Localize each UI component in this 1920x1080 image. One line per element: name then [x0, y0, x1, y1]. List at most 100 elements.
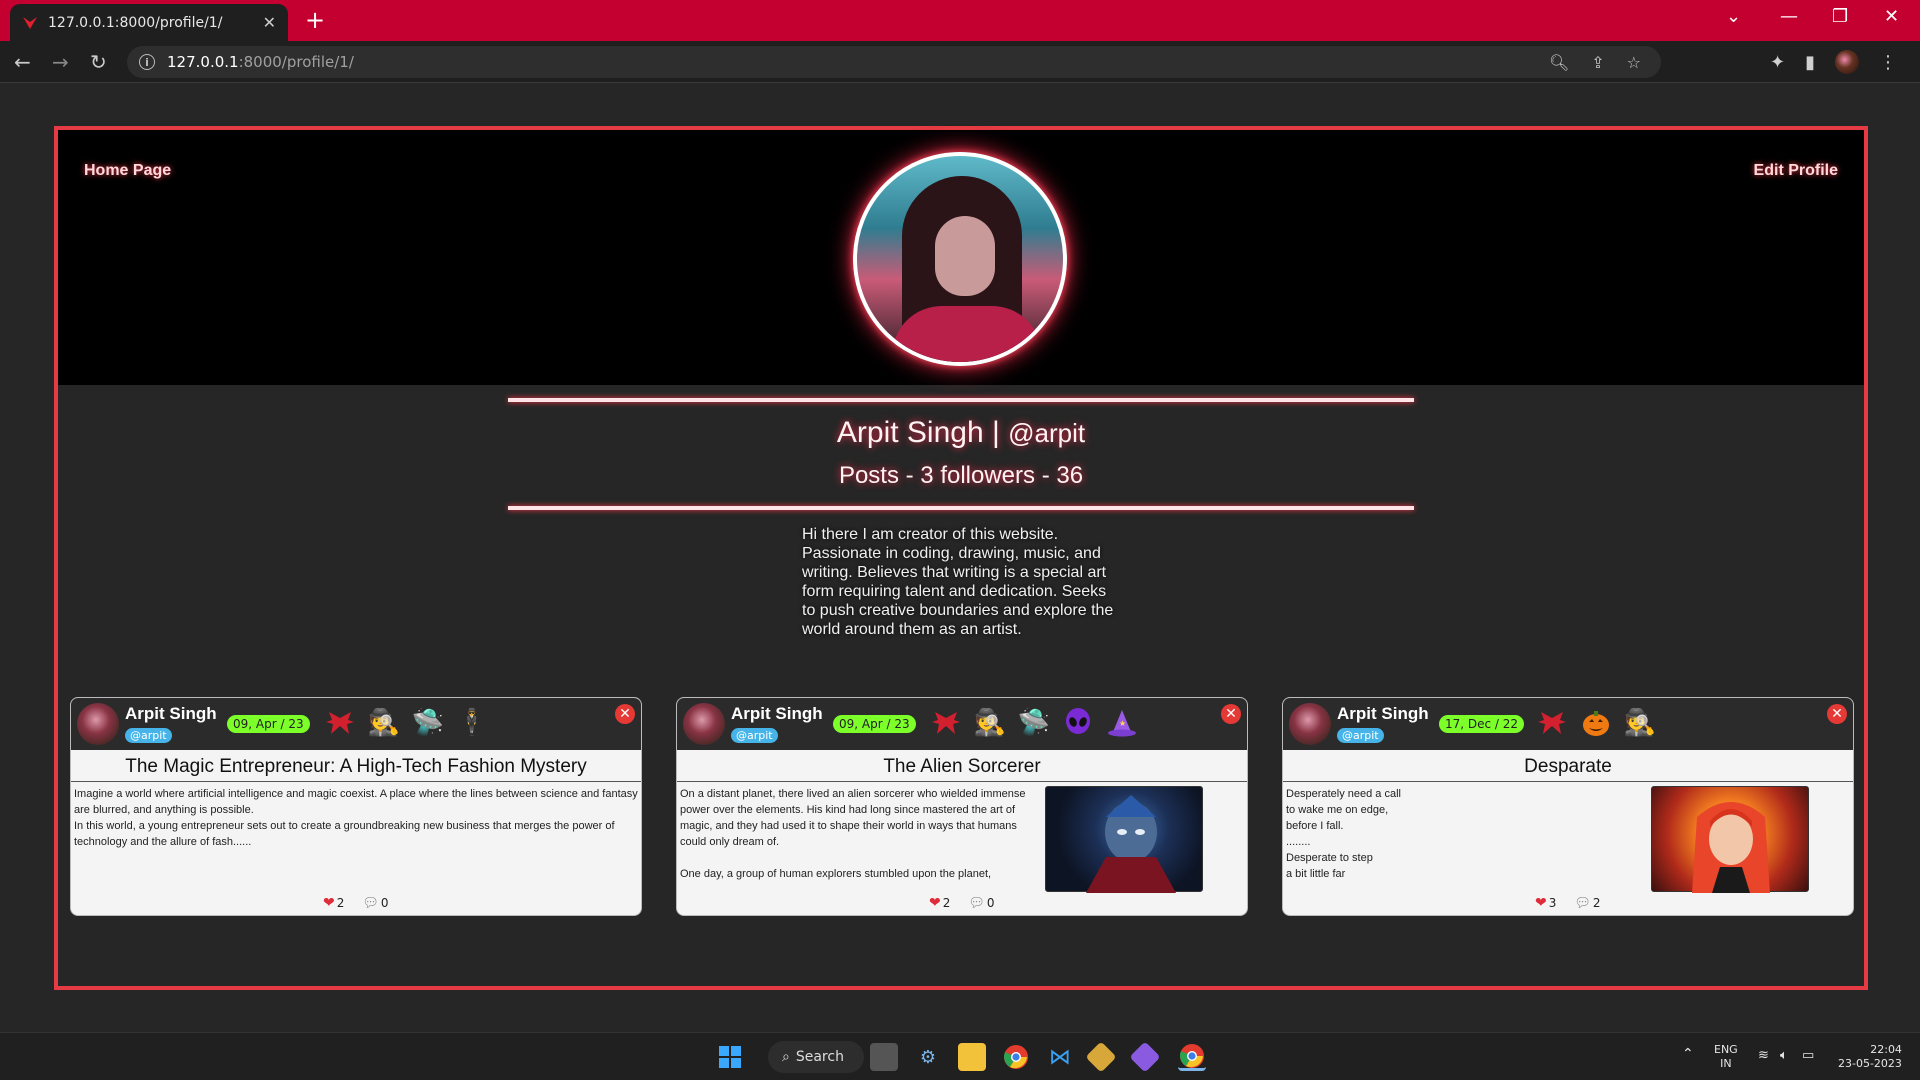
- back-icon[interactable]: ←: [14, 50, 31, 74]
- menu-kebab-icon[interactable]: ⋮: [1879, 52, 1897, 73]
- ufo-icon: 🛸: [1017, 708, 1051, 738]
- post-tags: 🕵 🛸 ★: [929, 706, 1139, 740]
- like-count: 2: [942, 896, 951, 910]
- post-stats: ❤ 2 💬︎ 0: [323, 895, 389, 911]
- site-favicon-icon: [23, 16, 37, 29]
- windows-start-icon[interactable]: [716, 1043, 744, 1071]
- browser-tab[interactable]: 127.0.0.1:8000/profile/1/ ✕: [10, 4, 288, 41]
- bookmark-star-icon[interactable]: ☆: [1627, 53, 1641, 72]
- home-page-link[interactable]: Home Page: [84, 162, 171, 180]
- new-tab-button[interactable]: +: [305, 6, 325, 34]
- divider-top: [508, 398, 1414, 402]
- side-panel-icon[interactable]: ▮: [1805, 52, 1815, 73]
- like-button[interactable]: ❤ 2: [929, 895, 950, 911]
- os-taskbar: ⌕ Search ⚙ ⋈ ⌃ ENG IN ≋ 🔈︎ ▭ 22:04 23-05…: [0, 1032, 1920, 1080]
- vscode-icon[interactable]: ⋈: [1046, 1043, 1074, 1071]
- browser-toolbar: ← → ↻ i 127.0.0.1:8000/profile/1/ 🔍︎ ⇪ ☆…: [0, 41, 1920, 83]
- close-window-icon[interactable]: ✕: [1884, 6, 1899, 27]
- task-view-icon[interactable]: [870, 1043, 898, 1071]
- delete-post-button[interactable]: ✕: [615, 704, 635, 724]
- comment-button[interactable]: 💬︎ 0: [362, 896, 388, 911]
- profile-name: Arpit Singh |: [836, 416, 1000, 449]
- bat-icon: [1535, 706, 1569, 740]
- maximize-icon[interactable]: ❐: [1832, 6, 1848, 27]
- battery-icon[interactable]: ▭: [1802, 1049, 1814, 1063]
- alien-sorcerer-illustration: [1086, 795, 1176, 893]
- git-icon[interactable]: [1085, 1041, 1117, 1073]
- post-card-header: Arpit Singh @arpit 09, Apr / 23 🕵 🛸 🕴 ✕: [71, 698, 641, 750]
- comment-count: 0: [986, 895, 995, 910]
- post-card[interactable]: Arpit Singh @arpit 09, Apr / 23 🕵 🛸 🕴 ✕ …: [70, 697, 642, 916]
- file-explorer-icon[interactable]: [958, 1043, 986, 1071]
- taskbar-search-label: Search: [795, 1049, 844, 1065]
- git-kraken-icon[interactable]: [1129, 1041, 1161, 1073]
- chrome-active-icon[interactable]: [1178, 1043, 1206, 1071]
- anime-girl-illustration: [1692, 802, 1770, 893]
- post-handle-badge[interactable]: @arpit: [125, 728, 172, 743]
- tab-close-icon[interactable]: ✕: [263, 13, 276, 32]
- share-icon[interactable]: ⇪: [1591, 53, 1604, 72]
- detective-icon: 🕵: [973, 708, 1007, 738]
- forward-icon[interactable]: →: [52, 50, 69, 74]
- url-path: :8000/profile/1/: [238, 53, 354, 71]
- post-tags: 🕵 🛸 🕴: [323, 706, 489, 740]
- profile-bio: Hi there I am creator of this website. P…: [802, 526, 1114, 638]
- post-handle-badge[interactable]: @arpit: [731, 728, 778, 743]
- author-avatar: [1289, 703, 1331, 745]
- post-tags: 🕵: [1535, 706, 1657, 740]
- wifi-icon[interactable]: ≋: [1758, 1049, 1769, 1063]
- chrome-icon[interactable]: [1002, 1043, 1030, 1071]
- post-date-badge: 17, Dec / 22: [1439, 715, 1525, 733]
- post-card-header: Arpit Singh @arpit 09, Apr / 23 🕵 🛸 ★ ✕: [677, 698, 1247, 750]
- post-title[interactable]: The Magic Entrepreneur: A High-Tech Fash…: [71, 752, 641, 782]
- delete-post-button[interactable]: ✕: [1221, 704, 1241, 724]
- tray-chevron-icon[interactable]: ⌃: [1682, 1047, 1694, 1061]
- tab-search-chevron-icon[interactable]: ⌄: [1726, 6, 1741, 27]
- site-info-icon[interactable]: i: [139, 54, 155, 70]
- comment-bubble-icon: 💬︎: [968, 895, 985, 911]
- post-handle-badge[interactable]: @arpit: [1337, 728, 1384, 743]
- like-button[interactable]: ❤ 3: [1535, 895, 1556, 911]
- comment-bubble-icon: 💬︎: [362, 895, 379, 911]
- post-body: Desperately need a call to wake me on ed…: [1286, 788, 1401, 878]
- clock[interactable]: 22:04 23-05-2023: [1838, 1043, 1902, 1071]
- post-card[interactable]: Arpit Singh @arpit 09, Apr / 23 🕵 🛸 ★ ✕ …: [676, 697, 1248, 916]
- profile-name-line: Arpit Singh | @arpit: [58, 416, 1864, 450]
- heart-icon: ❤: [929, 895, 941, 911]
- post-image[interactable]: [1045, 786, 1203, 893]
- volume-icon[interactable]: 🔈︎: [1780, 1049, 1788, 1063]
- alien-icon: [1061, 706, 1095, 740]
- post-card[interactable]: Arpit Singh @arpit 17, Dec / 22 🕵 ✕ Desp…: [1282, 697, 1854, 916]
- comment-bubble-icon: 💬︎: [1574, 895, 1591, 911]
- comment-button[interactable]: 💬︎ 0: [968, 896, 994, 911]
- zoom-icon[interactable]: 🔍︎: [1549, 53, 1569, 72]
- delete-post-button[interactable]: ✕: [1827, 704, 1847, 724]
- comment-button[interactable]: 💬︎ 2: [1574, 896, 1600, 911]
- browser-tab-strip: 127.0.0.1:8000/profile/1/ ✕ + ⌄ — ❐ ✕: [0, 0, 1920, 41]
- like-count: 2: [336, 896, 345, 910]
- edit-profile-link[interactable]: Edit Profile: [1754, 162, 1838, 180]
- taskbar-search-button[interactable]: ⌕ Search: [768, 1041, 864, 1073]
- tab-title: 127.0.0.1:8000/profile/1/: [48, 14, 223, 31]
- post-body: On a distant planet, there lived an alie…: [680, 788, 1026, 880]
- clock-time: 22:04: [1870, 1043, 1902, 1056]
- profile-stats: Posts - 3 followers - 36: [838, 462, 1084, 489]
- profile-avatar: [853, 152, 1067, 366]
- language-indicator[interactable]: ENG IN: [1714, 1043, 1738, 1071]
- bat-icon: [323, 706, 357, 740]
- address-bar[interactable]: i 127.0.0.1:8000/profile/1/ 🔍︎ ⇪ ☆: [127, 46, 1661, 78]
- extensions-icon[interactable]: ✦: [1770, 52, 1785, 73]
- reload-icon[interactable]: ↻: [90, 50, 107, 74]
- like-button[interactable]: ❤ 2: [323, 895, 344, 911]
- minimize-icon[interactable]: —: [1780, 6, 1798, 27]
- post-author: Arpit Singh: [731, 704, 823, 723]
- post-image[interactable]: [1651, 786, 1809, 893]
- profile-handle: @arpit: [1008, 418, 1086, 448]
- post-title[interactable]: Desparate: [1283, 752, 1853, 782]
- profile-avatar-icon[interactable]: [1835, 50, 1859, 74]
- settings-gear-icon[interactable]: ⚙: [914, 1043, 942, 1071]
- author-avatar: [683, 703, 725, 745]
- author-avatar: [77, 703, 119, 745]
- profile-page: Home Page Edit Profile Arpit Singh | @ar…: [54, 126, 1868, 990]
- post-title[interactable]: The Alien Sorcerer: [677, 752, 1247, 782]
